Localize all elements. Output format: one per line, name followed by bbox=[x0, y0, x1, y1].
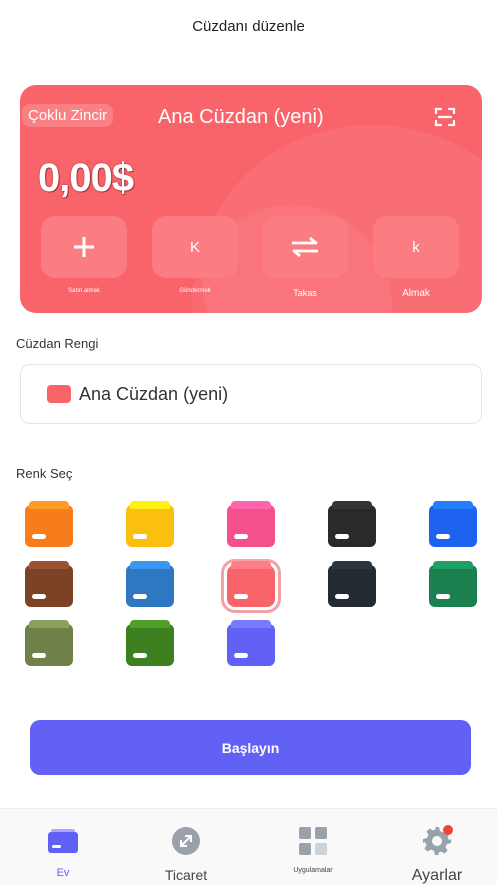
color-swatch[interactable] bbox=[25, 565, 73, 607]
wallet-slot-icon bbox=[32, 594, 46, 599]
plus-icon bbox=[74, 237, 94, 257]
color-swatch[interactable] bbox=[227, 505, 275, 547]
scan-icon[interactable] bbox=[434, 106, 456, 128]
color-swatch[interactable] bbox=[126, 505, 174, 547]
nav-label-settings: Ayarlar bbox=[411, 867, 463, 884]
color-swatch[interactable] bbox=[221, 559, 281, 613]
send-icon: K bbox=[189, 238, 200, 256]
send-label: Göndermek bbox=[179, 288, 211, 294]
start-button[interactable]: Başlayın bbox=[30, 720, 471, 775]
wallet-icon bbox=[47, 385, 71, 403]
gear-icon bbox=[421, 825, 453, 857]
receive-icon: k bbox=[412, 238, 420, 256]
wallet-name: Ana Cüzdan (yeni) bbox=[158, 106, 324, 128]
nav-label-apps: Uygulamalar bbox=[293, 867, 333, 874]
wallet-slot-icon bbox=[32, 534, 46, 539]
color-swatch[interactable] bbox=[126, 565, 174, 607]
color-picker-label: Renk Seç bbox=[16, 466, 73, 481]
nav-item-home[interactable]: Ev bbox=[31, 809, 95, 885]
wallet-slot-icon bbox=[133, 653, 147, 658]
nav-label-trade: Ticaret bbox=[164, 867, 208, 883]
wallet-slot-icon bbox=[234, 653, 248, 658]
wallet-slot-icon bbox=[234, 534, 248, 539]
buy-button[interactable] bbox=[41, 216, 127, 278]
wallet-slot-icon bbox=[133, 534, 147, 539]
color-swatch[interactable] bbox=[429, 505, 477, 547]
nav-label-home: Ev bbox=[56, 867, 70, 879]
color-swatch[interactable] bbox=[126, 624, 174, 666]
color-swatch[interactable] bbox=[328, 565, 376, 607]
wallet-color-label: Cüzdan Rengi bbox=[16, 336, 99, 351]
color-swatch[interactable] bbox=[429, 565, 477, 607]
wallet-balance: 0,00$ bbox=[38, 156, 134, 200]
wallet-name-value: Ana Cüzdan (yeni) bbox=[79, 383, 229, 404]
nav-item-trade[interactable]: Ticaret bbox=[154, 809, 218, 885]
color-swatch[interactable] bbox=[227, 624, 275, 666]
receive-label: Almak bbox=[402, 288, 430, 299]
start-button-label: Başlayın bbox=[221, 739, 280, 756]
wallet-name-field[interactable]: Ana Cüzdan (yeni) bbox=[20, 364, 482, 424]
color-swatch[interactable] bbox=[25, 624, 73, 666]
swap-label: Takas bbox=[293, 288, 317, 298]
wallet-slot-icon bbox=[335, 594, 349, 599]
nav-item-apps[interactable]: Uygulamalar bbox=[275, 809, 351, 885]
wallet-slot-icon bbox=[32, 653, 46, 658]
apps-icon bbox=[297, 825, 329, 857]
swap-button[interactable] bbox=[262, 216, 348, 278]
chain-badge[interactable]: Çoklu Zincir bbox=[22, 104, 114, 127]
page-title: Cüzdanı düzenle bbox=[192, 18, 305, 35]
swap-icon bbox=[292, 236, 318, 258]
wallet-slot-icon bbox=[335, 534, 349, 539]
wallet-slot-icon bbox=[436, 594, 450, 599]
notification-badge bbox=[443, 825, 453, 835]
wallet-slot-icon bbox=[133, 594, 147, 599]
wallet-icon bbox=[47, 825, 79, 857]
nav-item-settings[interactable]: Ayarlar bbox=[401, 809, 473, 885]
receive-button[interactable]: k bbox=[373, 216, 459, 278]
trade-icon bbox=[170, 825, 202, 857]
color-swatch[interactable] bbox=[25, 505, 73, 547]
bottom-nav: Ev Ticaret Uygulamalar Ayarlar bbox=[0, 808, 497, 885]
wallet-slot-icon bbox=[436, 534, 450, 539]
color-swatch[interactable] bbox=[328, 505, 376, 547]
send-button[interactable]: K bbox=[152, 216, 238, 278]
buy-label: Satın almak bbox=[68, 288, 100, 294]
wallet-slot-icon bbox=[234, 594, 248, 599]
